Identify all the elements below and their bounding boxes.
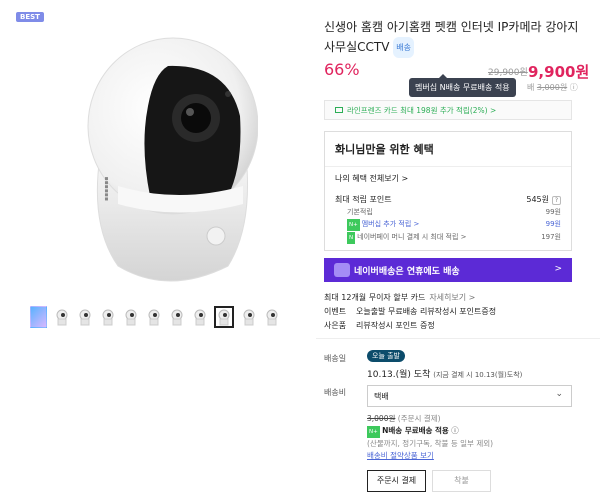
event-label: 이벤트 (324, 307, 347, 316)
max-points-value: 545원 (526, 195, 549, 204)
shipping-method-select[interactable]: 택배 ⌄ (367, 385, 572, 407)
info-icon[interactable]: ⓘ (570, 83, 578, 92)
chevron-down-icon: ⌄ (555, 389, 563, 399)
chevron-right-icon: > (554, 264, 562, 274)
thumbnail-4[interactable] (99, 306, 116, 328)
installment-label: 최대 12개월 무이자 할부 카드 (324, 293, 426, 302)
section-divider (316, 338, 600, 339)
discount-rate: 66% (324, 60, 360, 79)
base-points-row: 기본적립 99원 (325, 206, 571, 218)
arrival-date-text: 10.13.(월) 도착 (367, 370, 431, 380)
shipping-fee-label: 배송비 (324, 388, 347, 397)
sale-price: 9,900원 (528, 63, 590, 81)
base-points-value: 99원 (545, 208, 561, 216)
thumbnail-7[interactable] (168, 306, 185, 328)
shipping-fee-original: 3,000원 (367, 414, 396, 423)
n-membership-icon: N+ (347, 219, 360, 231)
installment-more-link[interactable]: 자세히보기 > (429, 293, 475, 302)
shipping-fee-strike: 배 3,000원 ⓘ (527, 82, 578, 93)
arrival-note: (지금 결제 시 10.13(월)도착) (433, 371, 523, 379)
thumbnail-5[interactable] (122, 306, 139, 328)
product-page: BEST ▪▪▪▪▪▪ 신생아 홈캠 아기홈캠 펫캠 인터넷 IP카메라 강아지… (0, 0, 600, 492)
help-icon[interactable]: ? (552, 196, 561, 205)
installment-row: 최대 12개월 무이자 할부 카드 자세히보기 > (324, 291, 496, 305)
shipping-fee-info: 3,000원 (주문시 결제) N+ N배송 무료배송 적용 ⓘ (산물까지, … (367, 413, 493, 462)
thumbnail-strip (30, 306, 280, 328)
shipping-date-label: 배송일 (324, 354, 347, 363)
thumbnail-8[interactable] (191, 306, 208, 328)
thumbnail-11[interactable] (263, 306, 280, 328)
naver-delivery-banner[interactable]: 네이버배송은 연휴에도 배송 > (324, 258, 572, 282)
event-value: 오늘출발 무료배송 리뷰작성시 포인트증정 (356, 307, 497, 316)
thumbnail-1[interactable] (30, 306, 47, 328)
naverpay-points-value: 197원 (541, 233, 561, 241)
card-banner-text: 라인프렌즈 카드 최대 198원 추가 적립(2%) > (347, 105, 497, 115)
product-main-image[interactable]: BEST ▪▪▪▪▪▪ (8, 6, 306, 298)
gift-value: 리뷰작성시 포인트 증정 (356, 321, 435, 330)
membership-points-row[interactable]: N+ 멤버십 추가 적립 > 99원 (325, 218, 571, 231)
max-points-row: 최대 적립 포인트 545원? (325, 194, 571, 206)
product-info-rows: 최대 12개월 무이자 할부 카드 자세히보기 > 이벤트 오늘출발 무료배송 … (324, 291, 496, 333)
delivery-badge: 배송 (393, 37, 414, 58)
naverpay-points-label: 네이버페이 머니 결제 시 최대 적립 > (357, 233, 467, 241)
thumbnail-3[interactable] (76, 306, 93, 328)
product-title-text: 신생아 홈캠 아기홈캠 펫캠 인터넷 IP카메라 강아지 사무실CCTV (324, 20, 579, 54)
naver-delivery-text: 네이버배송은 연휴에도 배송 (354, 266, 460, 277)
shipping-saving-link[interactable]: 배송비 절약상품 보기 (367, 451, 434, 460)
membership-tooltip: 멤버십 N배송 무료배송 적용 (409, 74, 516, 97)
shipping-method-value: 택배 (374, 392, 389, 401)
membership-points-label: 멤버십 추가 적립 > (361, 220, 420, 228)
n-membership-icon: N+ (367, 426, 380, 438)
benefits-title: 화니님만을 위한 혜택 (335, 143, 434, 156)
shipping-exclusions: (산물까지, 정기구독, 착불 등 일부 제외) (367, 439, 494, 448)
shipping-fee-strike-value: 3,000원 (536, 83, 568, 92)
today-dispatch-badge: 오늘 출발 (367, 350, 405, 362)
card-benefit-banner[interactable]: 라인프렌즈 카드 최대 198원 추가 적립(2%) > (324, 100, 572, 120)
n-free-shipping: N배송 무료배송 적용 (382, 426, 449, 435)
shipping-prefix: 배 (527, 83, 535, 92)
gift-row: 사은품 리뷰작성시 포인트 증정 (324, 319, 496, 333)
thumbnail-9-selected[interactable] (214, 306, 234, 328)
card-icon (335, 107, 343, 113)
arrival-date: 10.13.(월) 도착 (지금 결제 시 10.13(월)도착) (367, 367, 522, 380)
thumbnail-2[interactable] (53, 306, 70, 328)
pay-on-order-button[interactable]: 주문시 결제 (367, 470, 426, 492)
view-all-benefits-link[interactable]: 나의 혜택 전체보기 > (325, 167, 571, 184)
original-price: 29,900원 (488, 68, 528, 78)
svg-text:▪▪▪▪▪▪: ▪▪▪▪▪▪ (103, 177, 110, 201)
info-icon[interactable]: ⓘ (451, 426, 459, 435)
thumbnail-10[interactable] (240, 306, 257, 328)
benefits-box: 화니님만을 위한 혜택 나의 혜택 전체보기 > 최대 적립 포인트 545원?… (324, 131, 572, 251)
gift-label: 사은품 (324, 321, 347, 330)
max-points-label: 최대 적립 포인트 (335, 195, 392, 204)
base-points-label: 기본적립 (347, 208, 373, 216)
naverpay-points-row[interactable]: N 네이버페이 머니 결제 시 최대 적립 > 197원 (325, 231, 571, 244)
best-badge: BEST (16, 12, 44, 22)
event-row: 이벤트 오늘출발 무료배송 리뷰작성시 포인트증정 (324, 305, 496, 319)
product-title: 신생아 홈캠 아기홈캠 펫캠 인터넷 IP카메라 강아지 사무실CCTV 배송 (324, 18, 584, 58)
delivery-box-icon (334, 263, 350, 277)
membership-points-value: 99원 (545, 220, 561, 228)
cash-on-delivery-button[interactable]: 착불 (432, 470, 491, 492)
naverpay-icon: N (347, 232, 356, 244)
thumbnail-6[interactable] (145, 306, 162, 328)
camera-product-picture: ▪▪▪▪▪▪ (87, 37, 258, 282)
shipping-fee-condition: (주문시 결제) (397, 414, 441, 423)
